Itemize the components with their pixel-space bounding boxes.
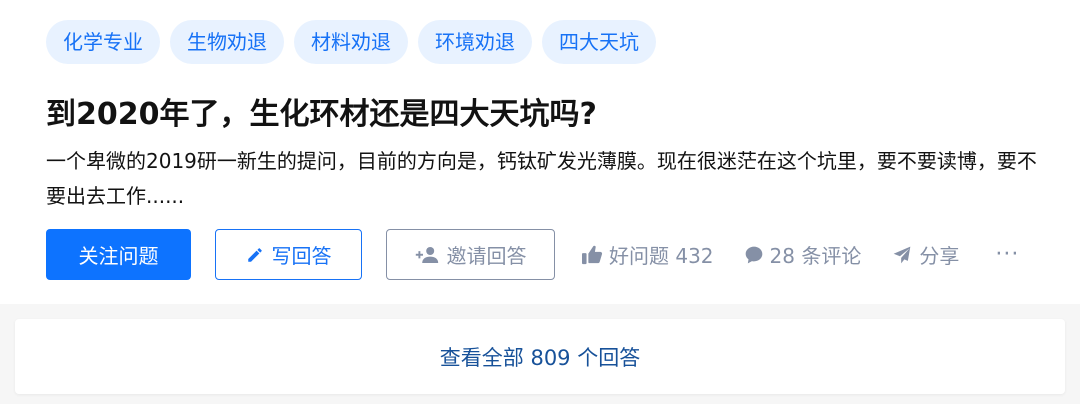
- thumbs-up-icon: [581, 245, 603, 265]
- invite-answer-button[interactable]: 邀请回答: [386, 229, 555, 280]
- write-answer-button[interactable]: 写回答: [215, 229, 362, 280]
- good-question-button[interactable]: 好问题 432: [581, 240, 714, 269]
- share-label: 分享: [919, 244, 960, 268]
- more-icon[interactable]: ···: [995, 242, 1019, 267]
- topic-tag-four-pits[interactable]: 四大天坑: [542, 20, 656, 64]
- invite-answer-label: 邀请回答: [446, 244, 527, 268]
- question-actions: 关注问题 写回答 邀请回答 好问题 432 28 条评论 分享 ···: [46, 229, 1019, 280]
- topic-tags: 化学专业 生物劝退 材料劝退 环境劝退 四大天坑: [46, 20, 656, 64]
- question-title[interactable]: 到2020年了，生化环材还是四大天坑吗?: [46, 92, 1046, 138]
- topic-tag-chemistry[interactable]: 化学专业: [46, 20, 160, 64]
- comment-icon: [744, 245, 764, 265]
- follow-question-label: 关注问题: [78, 244, 159, 268]
- question-card: 化学专业 生物劝退 材料劝退 环境劝退 四大天坑 到2020年了，生化环材还是四…: [0, 0, 1080, 304]
- comments-label: 28 条评论: [769, 244, 862, 268]
- add-user-icon: [415, 246, 439, 264]
- topic-tag-biology[interactable]: 生物劝退: [170, 20, 284, 64]
- share-button[interactable]: 分享: [891, 240, 959, 269]
- view-all-answers-button[interactable]: 查看全部 809 个回答: [15, 319, 1065, 394]
- topic-tag-environment[interactable]: 环境劝退: [418, 20, 532, 64]
- view-all-answers-label: 查看全部 809 个回答: [439, 345, 641, 370]
- write-answer-label: 写回答: [271, 244, 332, 268]
- pencil-icon: [246, 246, 264, 264]
- topic-tag-materials[interactable]: 材料劝退: [294, 20, 408, 64]
- follow-question-button[interactable]: 关注问题: [46, 229, 191, 280]
- good-question-label: 好问题 432: [609, 244, 714, 268]
- question-excerpt[interactable]: 一个卑微的2019研一新生的提问，目前的方向是，钙钛矿发光薄膜。现在很迷茫在这个…: [46, 144, 1056, 214]
- share-icon: [891, 245, 913, 265]
- comments-button[interactable]: 28 条评论: [744, 240, 862, 269]
